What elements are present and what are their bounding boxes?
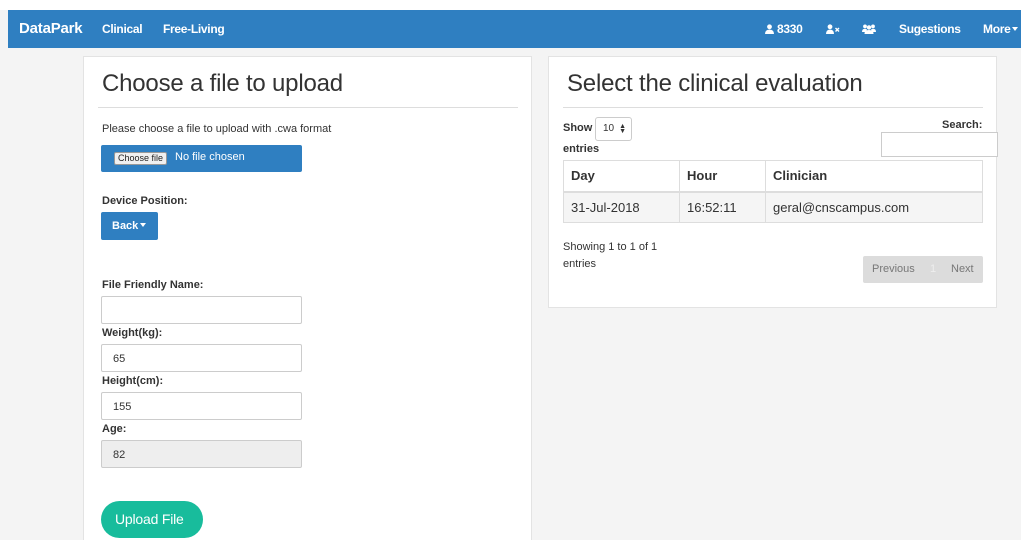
device-position-value: Back: [112, 220, 139, 232]
table-header-row: Day Hour Clinician: [563, 160, 983, 193]
user-icon: [765, 24, 774, 34]
show-label: Show: [563, 122, 593, 134]
age-input: 82: [101, 440, 302, 468]
navbar: DataPark Clinical Free-Living 8330 Suges…: [8, 10, 1021, 48]
upload-instruction: Please choose a file to upload with .cwa…: [102, 123, 332, 135]
evaluations-table: Day Hour Clinician 31-Jul-2018 16:52:11 …: [563, 160, 983, 223]
column-header-day[interactable]: Day: [563, 160, 680, 193]
friendly-name-input[interactable]: [101, 296, 302, 324]
device-position-dropdown[interactable]: Back: [101, 212, 158, 240]
pagination: Previous 1 Next: [863, 256, 983, 283]
nav-free-living[interactable]: Free-Living: [163, 22, 225, 36]
table-info-line-1: Showing 1 to 1 of 1: [563, 241, 658, 253]
pagination-next[interactable]: Next: [951, 263, 974, 275]
nav-suggestions[interactable]: Sugestions: [899, 22, 961, 36]
column-header-hour[interactable]: Hour: [679, 160, 766, 193]
height-label: Height(cm):: [102, 375, 164, 387]
user-times-icon: [826, 24, 840, 34]
select-arrows-icon: ▲ ▼: [619, 123, 626, 135]
top-strip: [0, 0, 1021, 10]
device-position-label: Device Position:: [102, 195, 188, 207]
nav-more-dropdown[interactable]: More: [983, 22, 1019, 36]
groups-button[interactable]: [862, 22, 879, 36]
user-count-value: 8330: [777, 22, 803, 36]
cell-hour[interactable]: 16:52:11: [679, 191, 766, 223]
file-status-text: No file chosen: [175, 151, 245, 163]
cell-clinician[interactable]: geral@cnscampus.com: [765, 191, 983, 223]
brand-link[interactable]: DataPark: [19, 20, 83, 37]
evaluation-divider: [563, 107, 983, 108]
entries-length-select[interactable]: 10 ▲ ▼: [595, 117, 632, 141]
file-input[interactable]: Choose file No file chosen: [101, 145, 302, 172]
evaluation-panel-title: Select the clinical evaluation: [567, 70, 863, 97]
users-icon: [862, 24, 876, 34]
height-input[interactable]: 155: [101, 392, 302, 420]
column-header-clinician[interactable]: Clinician: [765, 160, 983, 193]
weight-label: Weight(kg):: [102, 327, 163, 339]
cell-day[interactable]: 31-Jul-2018: [563, 191, 680, 223]
caret-down-icon: [1012, 27, 1019, 31]
choose-file-button[interactable]: Choose file: [114, 152, 168, 165]
nav-user-count[interactable]: 8330: [765, 22, 803, 36]
upload-file-button[interactable]: Upload File: [101, 501, 203, 538]
caret-down-icon: [140, 223, 147, 227]
nav-clinical[interactable]: Clinical: [102, 22, 143, 36]
weight-input[interactable]: 65: [101, 344, 302, 372]
entries-label: entries: [563, 143, 600, 155]
nav-more-label: More: [983, 22, 1011, 36]
upload-panel-title: Choose a file to upload: [102, 70, 343, 97]
pagination-previous[interactable]: Previous: [872, 263, 915, 275]
friendly-name-label: File Friendly Name:: [102, 279, 204, 291]
table-info-line-2: entries: [563, 258, 597, 270]
evaluation-panel: Select the clinical evaluation Show 10 ▲…: [548, 56, 998, 308]
upload-panel: Choose a file to upload Please choose a …: [83, 56, 532, 540]
table-row[interactable]: 31-Jul-2018 16:52:11 geral@cnscampus.com: [563, 191, 983, 223]
pagination-current-page[interactable]: 1: [930, 263, 936, 275]
age-label: Age:: [102, 423, 127, 435]
search-input[interactable]: [881, 132, 998, 157]
entries-length-value: 10: [603, 123, 615, 134]
remove-user-button[interactable]: [826, 22, 843, 36]
upload-divider: [98, 107, 518, 108]
search-label: Search:: [942, 119, 983, 131]
